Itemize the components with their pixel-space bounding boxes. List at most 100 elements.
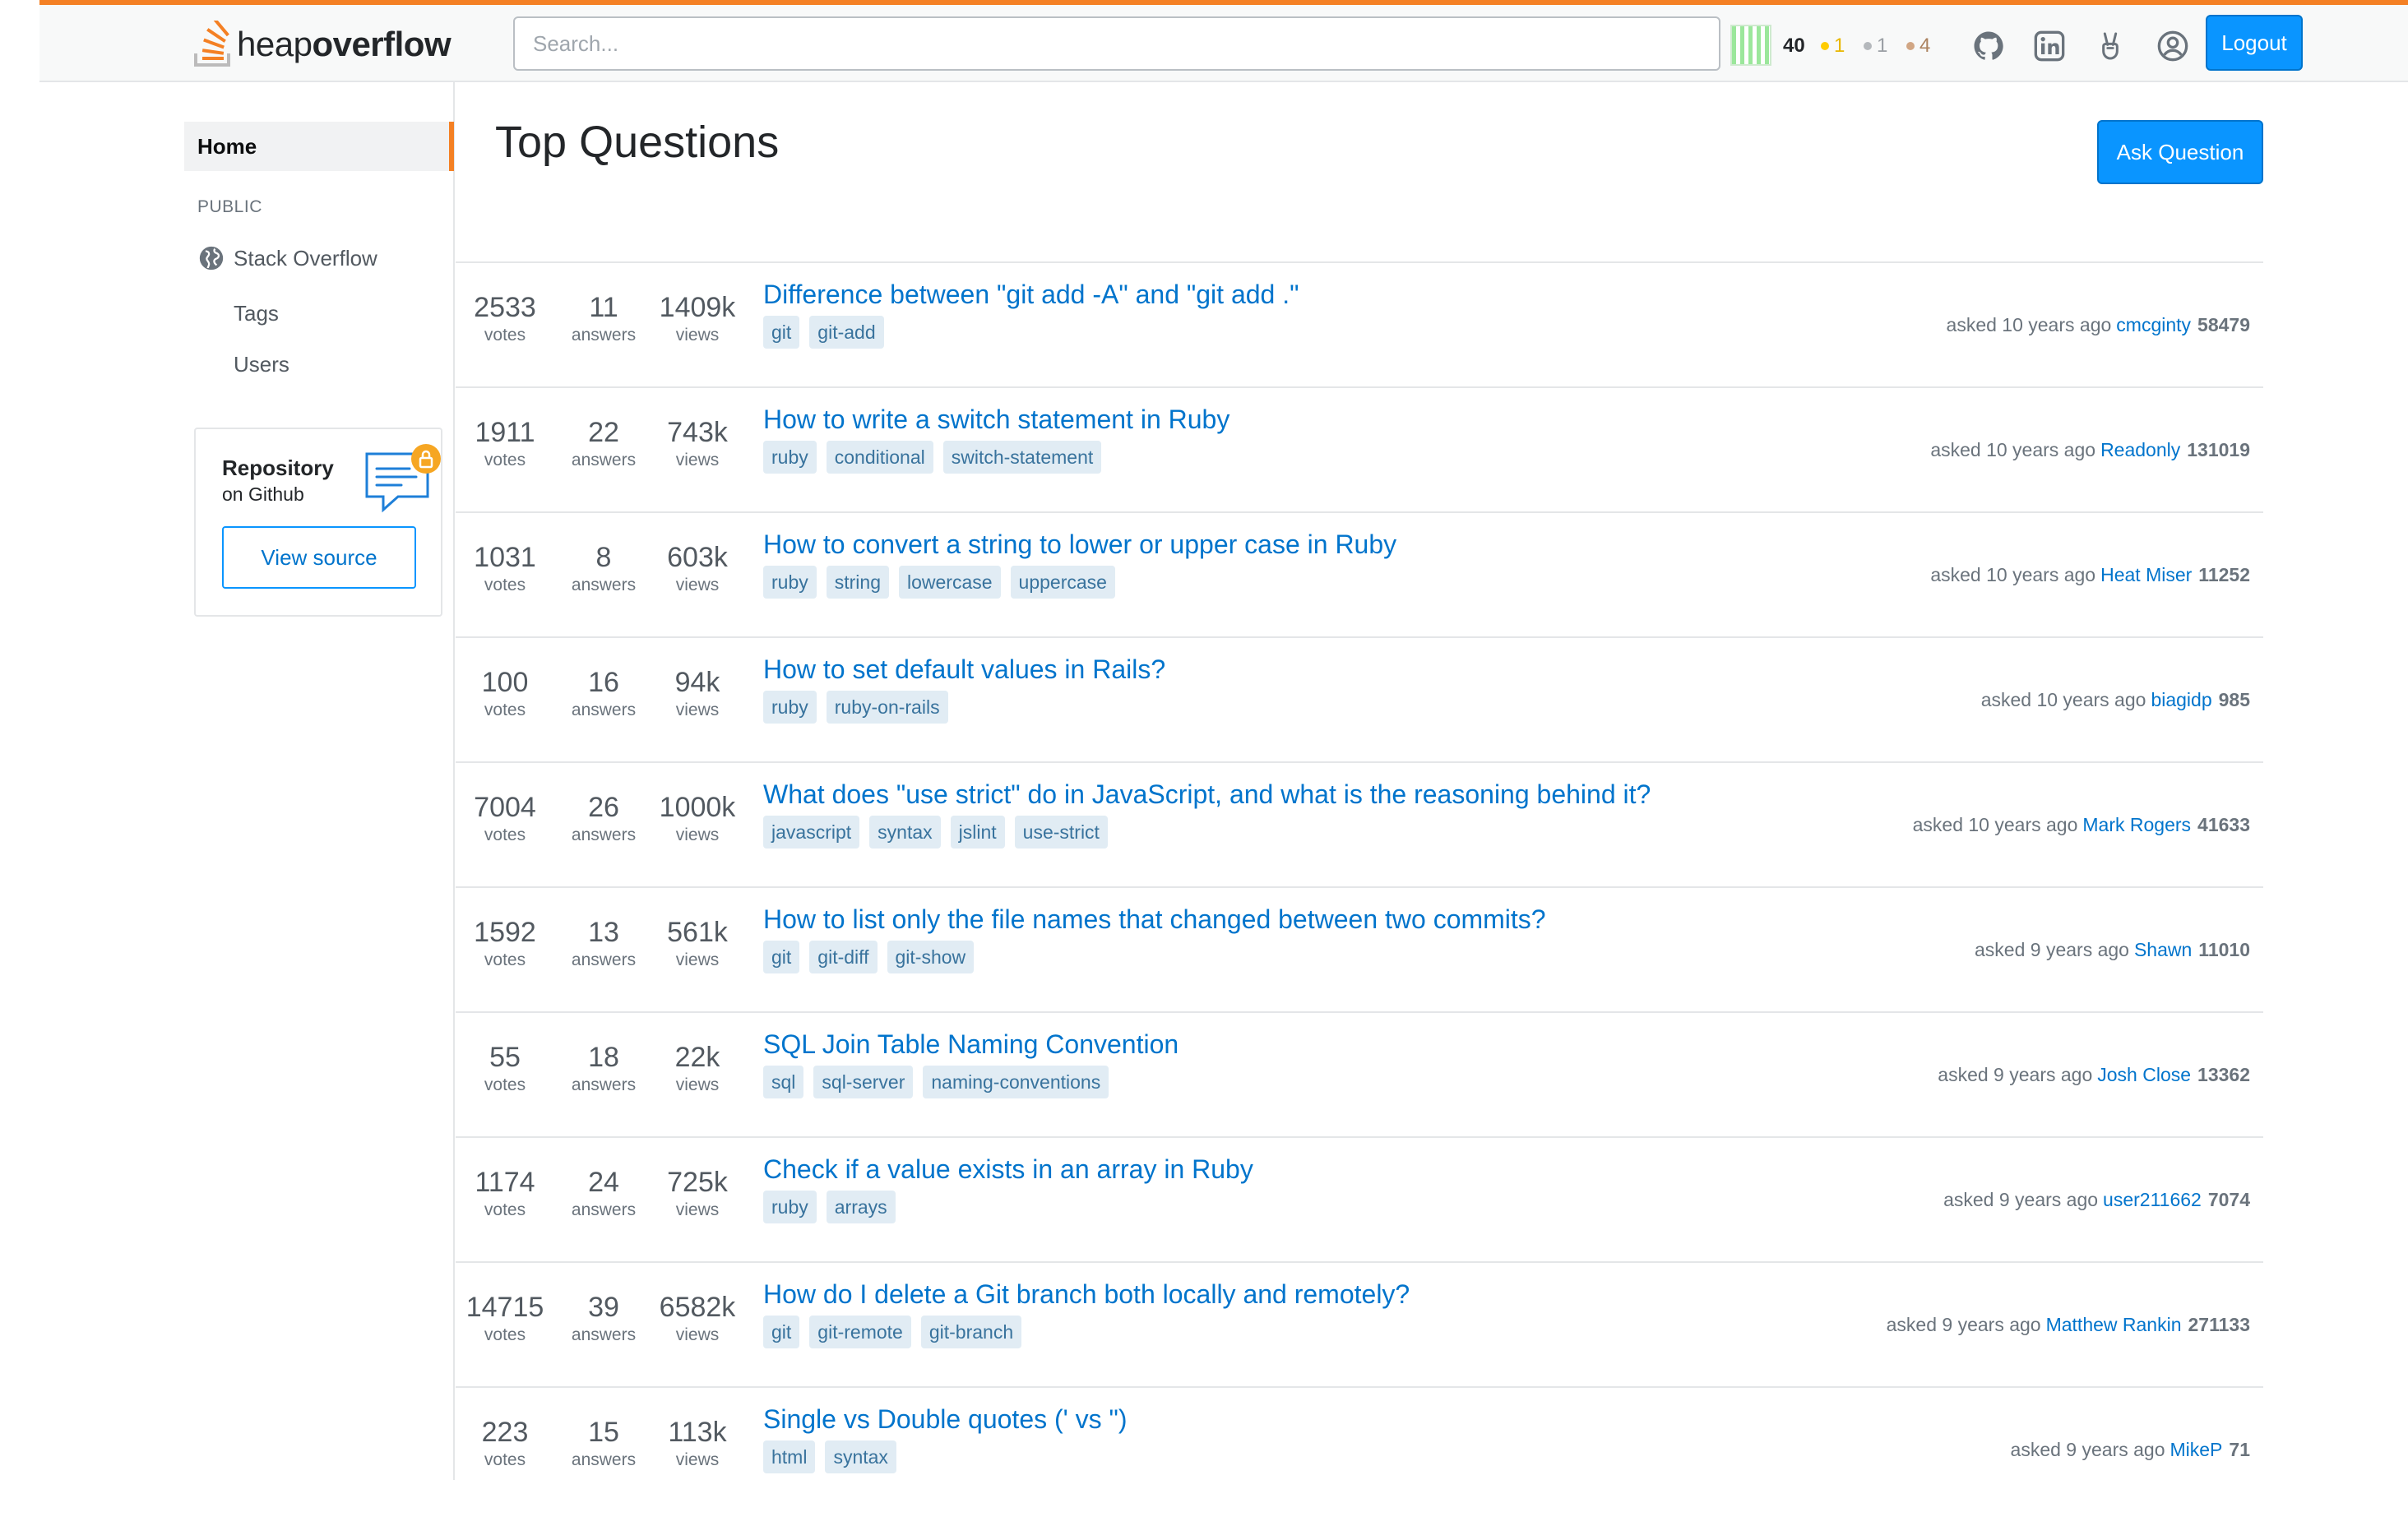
question-tag[interactable]: ruby-on-rails xyxy=(826,691,948,724)
user-link[interactable]: Matthew Rankin xyxy=(2046,1314,2182,1335)
peace-hand-icon[interactable] xyxy=(2094,30,2127,62)
question-tag[interactable]: ruby xyxy=(763,441,817,474)
question-tag[interactable]: git-diff xyxy=(809,941,878,973)
user-profile-icon[interactable] xyxy=(2156,30,2189,62)
question-tag[interactable]: javascript xyxy=(763,816,860,849)
tag-list: ruby arrays xyxy=(763,1191,896,1223)
answer-label: answers xyxy=(571,451,637,469)
sidebar-item-home[interactable]: Home xyxy=(184,122,454,171)
question-meta: asked 10 years ago Mark Rogers 41633 xyxy=(1913,814,2250,836)
question-list: 2533 votes 11 answers 1409k views Difference b… xyxy=(456,261,2263,1511)
question-tag[interactable]: git-remote xyxy=(809,1316,911,1348)
view-label: views xyxy=(675,950,720,969)
sidebar-item-tags[interactable]: Tags xyxy=(234,301,279,326)
logout-button[interactable]: Logout xyxy=(2206,15,2303,71)
vote-label: votes xyxy=(484,1200,526,1219)
user-link[interactable]: MikeP xyxy=(2170,1439,2223,1460)
user-link[interactable]: Josh Close xyxy=(2097,1064,2191,1085)
answer-label: answers xyxy=(571,1200,637,1219)
user-reputation: 13362 xyxy=(2197,1064,2250,1085)
question-title-link[interactable]: Single vs Double quotes (' vs ") xyxy=(763,1404,1128,1435)
question-tag[interactable]: ruby xyxy=(763,691,817,724)
search-input[interactable] xyxy=(513,16,1720,71)
question-row: 1911 votes 22 answers 743k views How to write … xyxy=(456,386,2263,511)
view-count: 1000k views xyxy=(648,791,747,847)
user-link[interactable]: Shawn xyxy=(2134,939,2192,960)
vote-number: 1592 xyxy=(474,917,536,948)
question-tag[interactable]: lowercase xyxy=(899,566,1001,599)
question-title-link[interactable]: What does "use strict" do in JavaScript,… xyxy=(763,779,1651,810)
tag-list: javascript syntax jslint use-strict xyxy=(763,816,1108,849)
logo[interactable]: heapoverflow xyxy=(192,18,452,71)
question-tag[interactable]: git xyxy=(763,1316,800,1348)
answer-label: answers xyxy=(571,1450,637,1469)
vote-count: 1592 votes xyxy=(456,916,554,972)
question-tag[interactable]: git-show xyxy=(887,941,975,973)
reputation-count: 40 xyxy=(1783,35,1805,57)
question-tag[interactable]: syntax xyxy=(869,816,941,849)
user-link[interactable]: Readonly xyxy=(2100,439,2180,460)
vote-count: 1031 votes xyxy=(456,541,554,597)
user-link[interactable]: Mark Rogers xyxy=(2082,814,2191,835)
vote-count: 1174 votes xyxy=(456,1166,554,1222)
answer-count: 22 answers xyxy=(554,416,653,472)
question-tag[interactable]: ruby xyxy=(763,1191,817,1223)
question-tag[interactable]: switch-statement xyxy=(942,441,1102,474)
view-number: 113k xyxy=(668,1417,727,1448)
question-tag[interactable]: ruby xyxy=(763,566,817,599)
question-tag[interactable]: syntax xyxy=(825,1440,896,1473)
question-title-link[interactable]: Difference between "git add -A" and "git… xyxy=(763,280,1299,310)
question-tag[interactable]: conditional xyxy=(826,441,933,474)
question-tag[interactable]: naming-conventions xyxy=(923,1066,1109,1098)
question-meta: asked 9 years ago Josh Close 13362 xyxy=(1938,1064,2250,1086)
user-link[interactable]: cmcginty xyxy=(2116,314,2191,335)
question-title-link[interactable]: How do I delete a Git branch both locall… xyxy=(763,1279,1410,1310)
avatar[interactable] xyxy=(1730,25,1771,66)
vote-number: 2533 xyxy=(474,292,536,323)
vote-label: votes xyxy=(484,950,526,969)
question-tag[interactable]: git xyxy=(763,316,800,349)
question-meta: asked 9 years ago MikeP 71 xyxy=(2011,1439,2250,1461)
question-tag[interactable]: git-add xyxy=(809,316,884,349)
ask-question-button[interactable]: Ask Question xyxy=(2097,120,2263,184)
answer-number: 39 xyxy=(588,1292,619,1323)
question-tag[interactable]: arrays xyxy=(826,1191,896,1223)
question-title-link[interactable]: How to set default values in Rails? xyxy=(763,654,1165,685)
vote-number: 100 xyxy=(481,667,529,698)
view-number: 743k xyxy=(667,417,728,448)
question-title-link[interactable]: SQL Join Table Naming Convention xyxy=(763,1029,1179,1060)
answer-count: 11 answers xyxy=(554,291,653,347)
question-tag[interactable]: sql xyxy=(763,1066,804,1098)
question-title-link[interactable]: How to convert a string to lower or uppe… xyxy=(763,529,1396,560)
question-tag[interactable]: git xyxy=(763,941,800,973)
view-label: views xyxy=(675,1450,720,1469)
answer-number: 16 xyxy=(588,667,619,698)
tag-list: ruby ruby-on-rails xyxy=(763,691,948,724)
sidebar-item-users[interactable]: Users xyxy=(234,352,289,377)
view-count: 113k views xyxy=(648,1416,747,1472)
question-tag[interactable]: jslint xyxy=(950,816,1005,849)
github-icon[interactable] xyxy=(1972,30,2005,62)
question-tag[interactable]: html xyxy=(763,1440,816,1473)
vote-label: votes xyxy=(484,1325,526,1344)
linkedin-icon[interactable] xyxy=(2033,30,2066,62)
user-reputation: 11010 xyxy=(2198,939,2250,960)
question-tag[interactable]: uppercase xyxy=(1010,566,1115,599)
user-link[interactable]: user211662 xyxy=(2103,1189,2202,1210)
answer-label: answers xyxy=(571,576,637,594)
question-title-link[interactable]: Check if a value exists in an array in R… xyxy=(763,1154,1253,1185)
question-tag[interactable]: sql-server xyxy=(813,1066,914,1098)
sidebar-item-stack-overflow[interactable]: Stack Overflow xyxy=(197,242,377,275)
question-title-link[interactable]: How to list only the file names that cha… xyxy=(763,904,1546,935)
repository-card: Repository on Github View source xyxy=(194,428,442,617)
question-title-link[interactable]: How to write a switch statement in Ruby xyxy=(763,405,1229,435)
answer-label: answers xyxy=(571,701,637,719)
user-link[interactable]: biagidp xyxy=(2151,689,2211,710)
question-tag[interactable]: use-strict xyxy=(1014,816,1108,849)
view-source-button[interactable]: View source xyxy=(222,526,416,589)
question-tag[interactable]: git-branch xyxy=(920,1316,1022,1348)
asked-time: asked 10 years ago xyxy=(1930,439,2096,460)
question-tag[interactable]: string xyxy=(826,566,889,599)
user-link[interactable]: Heat Miser xyxy=(2100,564,2192,585)
question-meta: asked 10 years ago cmcginty 58479 xyxy=(1947,314,2250,336)
